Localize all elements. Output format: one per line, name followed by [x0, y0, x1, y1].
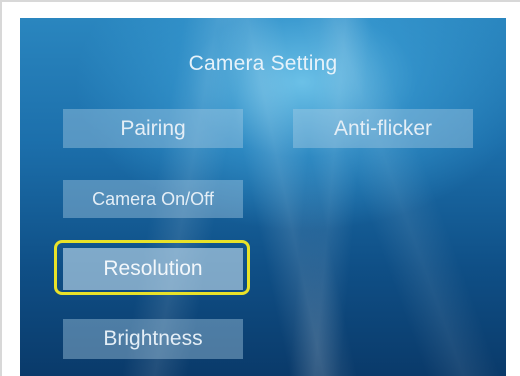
screen-title: Camera Setting	[188, 52, 338, 75]
frame-border-left	[0, 0, 2, 376]
pairing-button[interactable]: Pairing	[63, 109, 243, 148]
brightness-button[interactable]: Brightness	[63, 319, 243, 359]
camera-setting-screen: Camera Setting Pairing Anti-flicker Came…	[20, 18, 506, 376]
device-frame: Camera Setting Pairing Anti-flicker Came…	[0, 0, 520, 376]
resolution-button[interactable]: Resolution	[63, 248, 243, 290]
anti-flicker-button[interactable]: Anti-flicker	[293, 109, 473, 148]
frame-border-top	[0, 0, 520, 2]
camera-on-off-button[interactable]: Camera On/Off	[63, 180, 243, 218]
